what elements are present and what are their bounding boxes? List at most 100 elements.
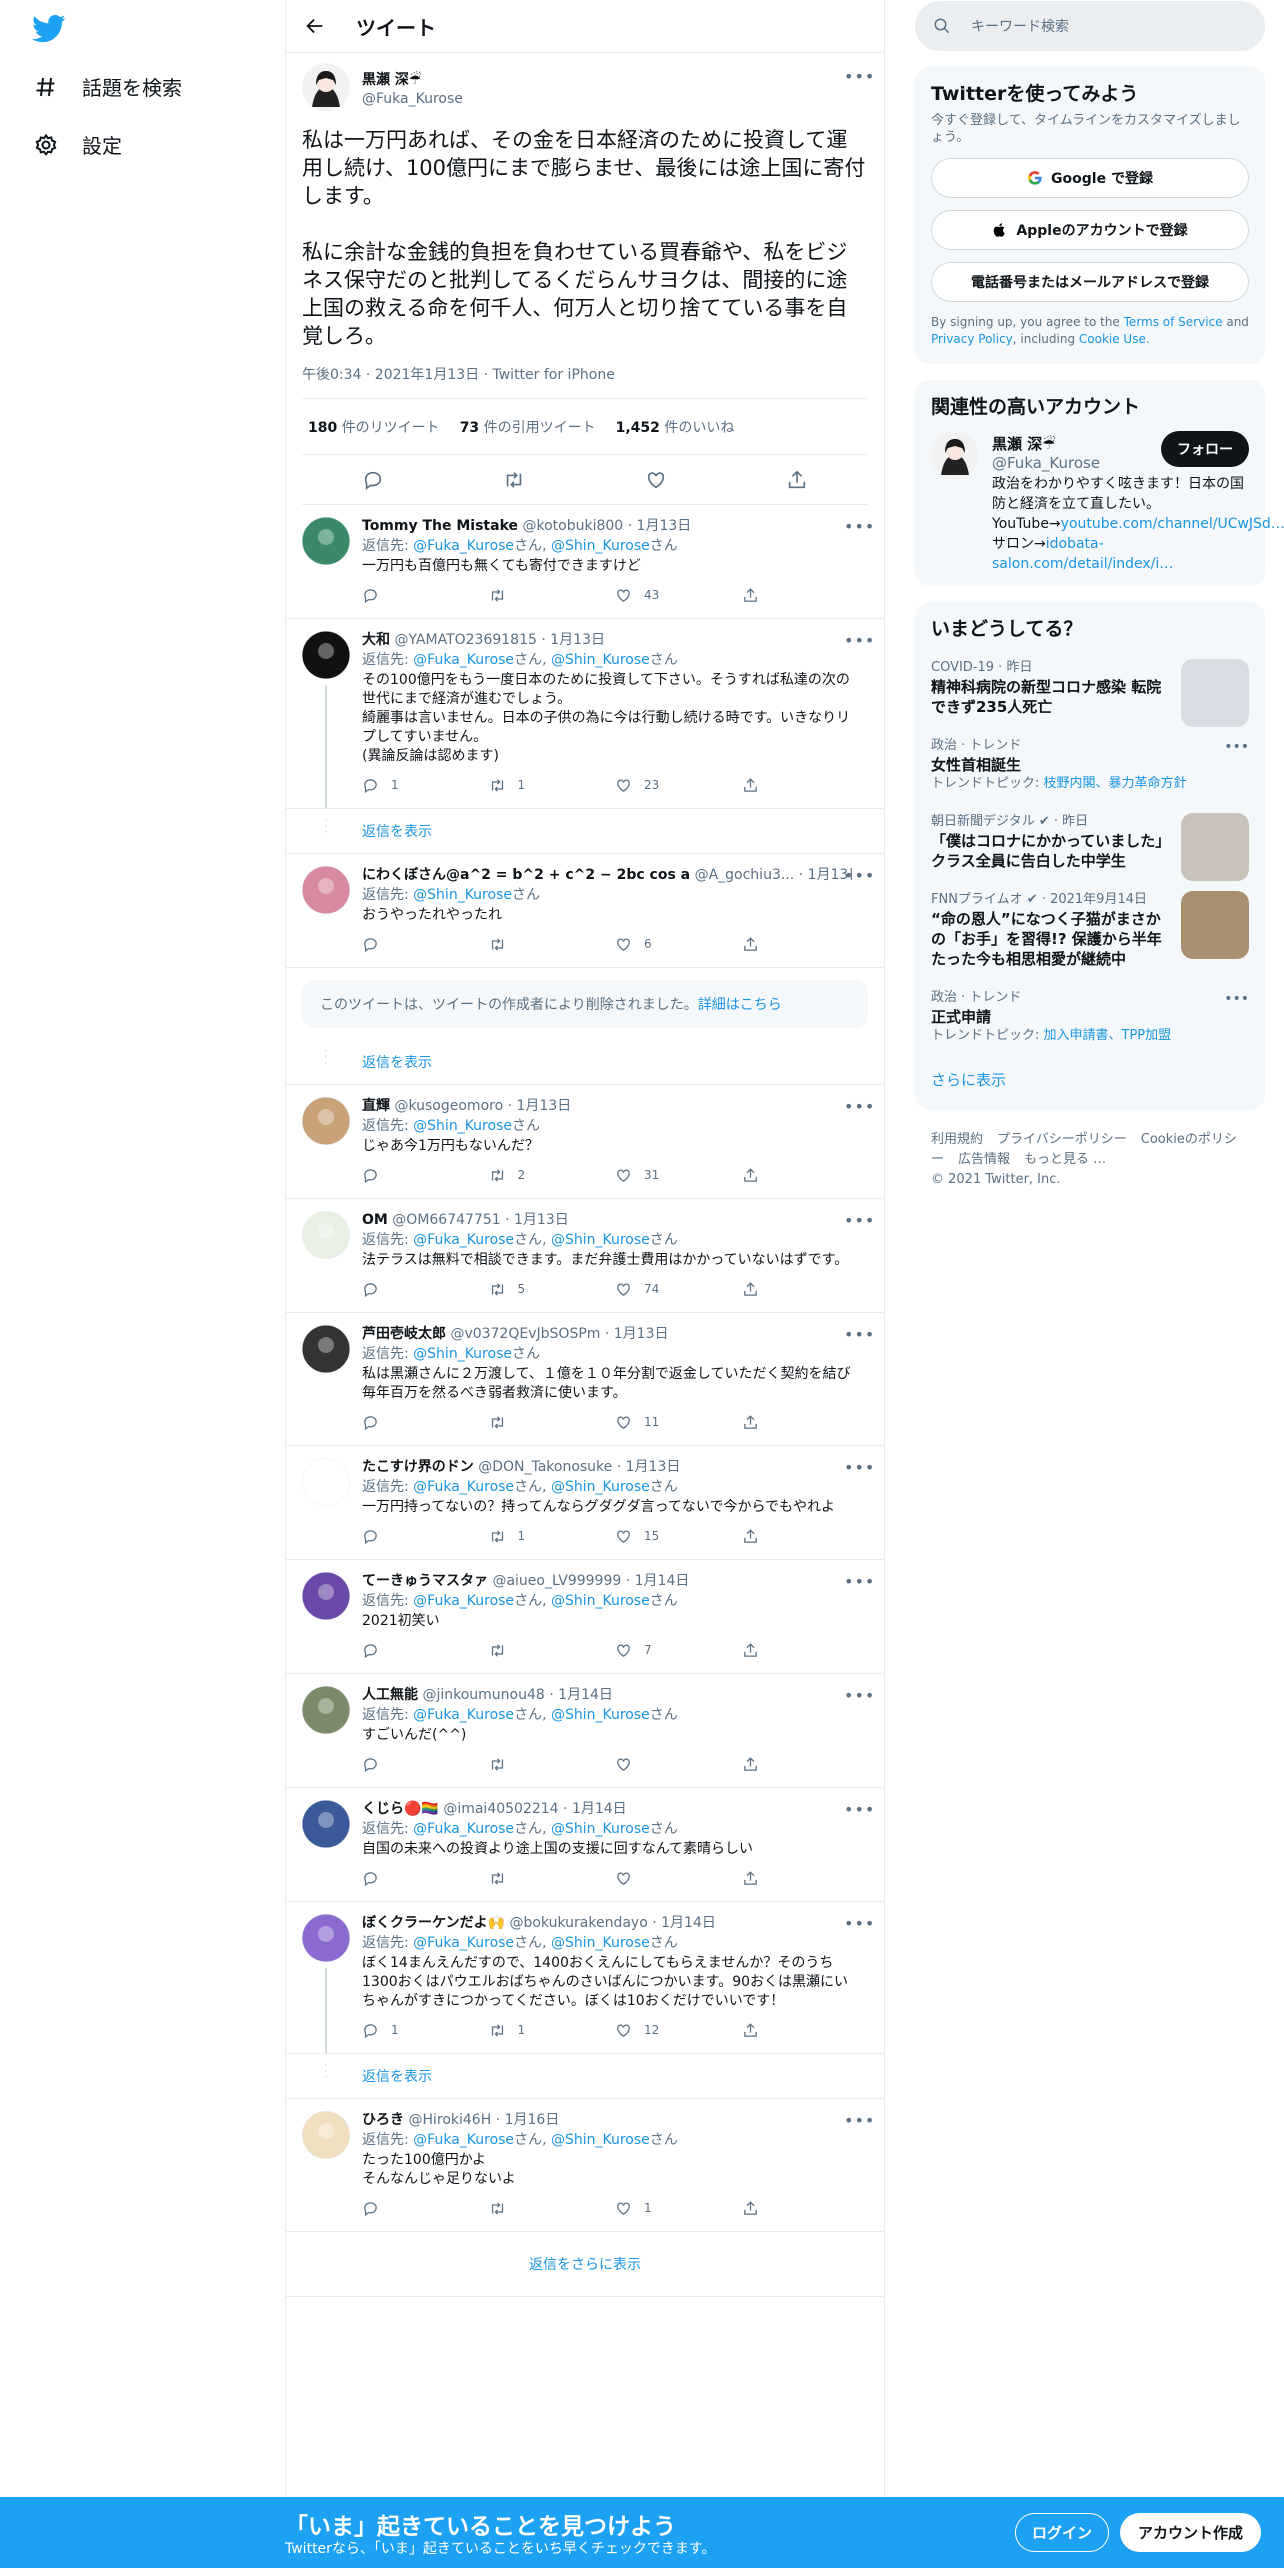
reply-date[interactable]: 1月14日	[635, 1573, 690, 1589]
signup-button[interactable]: アカウント作成	[1120, 2513, 1262, 2552]
reply-tweet[interactable]: ••• Tommy The Mistake @kotobuki800 · 1月1…	[286, 505, 884, 619]
reply-author-handle[interactable]: @bokukurakendayo	[509, 1915, 647, 1931]
trend-item[interactable]: ••• 政治 · トレンド 女性首相誕生 トレンドトピック: 枝野内閣、暴力革命方針	[915, 727, 1265, 803]
more-icon[interactable]: •••	[844, 517, 874, 536]
terms-link[interactable]: Terms of Service	[1124, 315, 1223, 329]
share-button[interactable]	[742, 1642, 869, 1659]
retweet-icon[interactable]	[503, 469, 525, 491]
share-button[interactable]	[742, 1528, 869, 1545]
avatar[interactable]	[302, 631, 350, 679]
retweet-button[interactable]: 5	[489, 1281, 616, 1298]
reply-button[interactable]	[362, 1281, 489, 1298]
more-icon[interactable]: •••	[844, 1211, 874, 1230]
like-button[interactable]: 7	[615, 1642, 742, 1659]
apple-signup-button[interactable]: Appleのアカウントで登録	[931, 210, 1249, 250]
trend-topic-link[interactable]: 枝野内閣、暴力革命方針	[1044, 776, 1187, 791]
reply-author-handle[interactable]: @kotobuki800	[522, 518, 623, 534]
reply-to-link[interactable]: @Fuka_Kurose	[413, 1479, 514, 1495]
reply-date[interactable]: 1月14日	[558, 1687, 613, 1703]
reply-date[interactable]: 1月14日	[661, 1915, 716, 1931]
reply-to-link[interactable]: @Shin_Kurose	[551, 2132, 650, 2148]
reply-date[interactable]: 1月13日	[637, 518, 692, 534]
trend-item[interactable]: COVID-19 · 昨日 精神科病院の新型コロナ感染 転院できず235人死亡	[915, 649, 1265, 727]
reply-date[interactable]: 1月13日	[626, 1459, 681, 1475]
nav-settings[interactable]: 設定	[34, 130, 122, 159]
share-button[interactable]	[742, 2022, 869, 2039]
reply-author-name[interactable]: 直輝	[362, 1098, 390, 1114]
google-signup-button[interactable]: Google で登録	[931, 158, 1249, 198]
reply-author-handle[interactable]: @jinkoumunou48	[422, 1687, 544, 1703]
reply-author-name[interactable]: ぼくクラーケンだよ🙌	[362, 1915, 505, 1931]
reply-tweet[interactable]: ••• てーきゅうマスタァ @aiueo_LV999999 · 1月14日 返信…	[286, 1560, 884, 1674]
like-button[interactable]: 6	[615, 936, 742, 953]
avatar[interactable]	[302, 1325, 350, 1373]
retweet-count[interactable]: 180 件のリツイート	[308, 417, 440, 437]
avatar[interactable]	[302, 1800, 350, 1848]
avatar[interactable]	[302, 1572, 350, 1620]
reply-tweet[interactable]: ••• OM @OM66747751 · 1月13日 返信先: @Fuka_Ku…	[286, 1199, 884, 1313]
reply-author-handle[interactable]: @aiueo_LV999999	[492, 1573, 621, 1589]
reply-tweet[interactable]: ••• たこすけ界のドン @DON_Takonosuke · 1月13日 返信先…	[286, 1446, 884, 1560]
reply-to-link[interactable]: @Shin_Kurose	[551, 538, 650, 554]
like-button[interactable]: 12	[615, 2022, 742, 2039]
cookie-link[interactable]: Cookie Use	[1079, 332, 1146, 346]
like-count[interactable]: 1,452 件のいいね	[616, 417, 735, 437]
show-replies-link[interactable]: · · · 返信を表示	[286, 1040, 884, 1085]
reply-to-link[interactable]: @Shin_Kurose	[551, 1479, 650, 1495]
reply-author-name[interactable]: たこすけ界のドン	[362, 1459, 474, 1475]
show-replies-link[interactable]: · · · 返信を表示	[286, 809, 884, 854]
retweet-button[interactable]	[489, 1414, 616, 1431]
more-icon[interactable]: •••	[844, 1097, 874, 1116]
reply-to-link[interactable]: @Shin_Kurose	[551, 1935, 650, 1951]
reply-to-link[interactable]: @Shin_Kurose	[551, 1821, 650, 1837]
reply-icon[interactable]	[362, 469, 384, 491]
tweet-meta[interactable]: 午後0:34 · 2021年1月13日 · Twitter for iPhone	[302, 364, 868, 399]
reply-date[interactable]: 1月16日	[505, 2112, 560, 2128]
phone-signup-button[interactable]: 電話番号またはメールアドレスで登録	[931, 262, 1249, 302]
reply-button[interactable]	[362, 1870, 489, 1887]
retweet-button[interactable]	[489, 1642, 616, 1659]
reply-button[interactable]	[362, 587, 489, 604]
avatar[interactable]	[302, 1097, 350, 1145]
avatar[interactable]	[302, 63, 350, 111]
reply-tweet[interactable]: ••• 人工無能 @jinkoumunou48 · 1月14日 返信先: @Fu…	[286, 1674, 884, 1788]
reply-to-link[interactable]: @Fuka_Kurose	[413, 1232, 514, 1248]
more-icon[interactable]: •••	[844, 1686, 874, 1705]
reply-to-link[interactable]: @Shin_Kurose	[551, 652, 650, 668]
reply-date[interactable]: 1月13日	[517, 1098, 572, 1114]
reply-button[interactable]	[362, 1642, 489, 1659]
like-button[interactable]	[615, 1870, 742, 1887]
share-button[interactable]	[742, 1756, 869, 1773]
share-button[interactable]	[742, 777, 869, 794]
like-button[interactable]: 23	[615, 777, 742, 794]
reply-author-name[interactable]: 大和	[362, 632, 390, 648]
more-icon[interactable]: •••	[844, 1458, 874, 1477]
like-button[interactable]: 74	[615, 1281, 742, 1298]
privacy-link[interactable]: Privacy Policy	[931, 332, 1013, 346]
avatar[interactable]	[302, 517, 350, 565]
avatar[interactable]	[302, 1211, 350, 1259]
reply-author-handle[interactable]: @v0372QEvJbSOSPm	[450, 1326, 600, 1342]
share-button[interactable]	[742, 1870, 869, 1887]
author-handle[interactable]: @Fuka_Kurose	[362, 91, 463, 107]
reply-tweet[interactable]: ••• くじら🔴🏳️‍🌈 @imai40502214 · 1月14日 返信先: …	[286, 1788, 884, 1902]
like-button[interactable]	[615, 1756, 742, 1773]
reply-to-link[interactable]: @Fuka_Kurose	[413, 1707, 514, 1723]
reply-date[interactable]: 1月13日	[550, 632, 605, 648]
youtube-link[interactable]: youtube.com/channel/UCwJSd…	[1061, 516, 1284, 532]
reply-author-handle[interactable]: @A_gochiu3...	[695, 867, 795, 883]
retweet-button[interactable]	[489, 1870, 616, 1887]
account-card[interactable]: フォロー 黒瀬 深☔ @Fuka_Kurose 政治をわかりやすく呟きます！日本…	[915, 419, 1284, 586]
like-button[interactable]: 43	[615, 587, 742, 604]
reply-button[interactable]	[362, 936, 489, 953]
twitter-logo-icon[interactable]	[32, 14, 66, 44]
reply-button[interactable]	[362, 1414, 489, 1431]
reply-date[interactable]: 1月14日	[572, 1801, 627, 1817]
reply-author-name[interactable]: 人工無能	[362, 1687, 418, 1703]
reply-date[interactable]: 1月13日	[514, 1212, 569, 1228]
reply-author-name[interactable]: 芦田壱岐太郎	[362, 1326, 446, 1342]
reply-to-link[interactable]: @Fuka_Kurose	[413, 1593, 514, 1609]
reply-button[interactable]: 1	[362, 777, 489, 794]
reply-button[interactable]	[362, 2200, 489, 2217]
share-button[interactable]	[742, 2200, 869, 2217]
